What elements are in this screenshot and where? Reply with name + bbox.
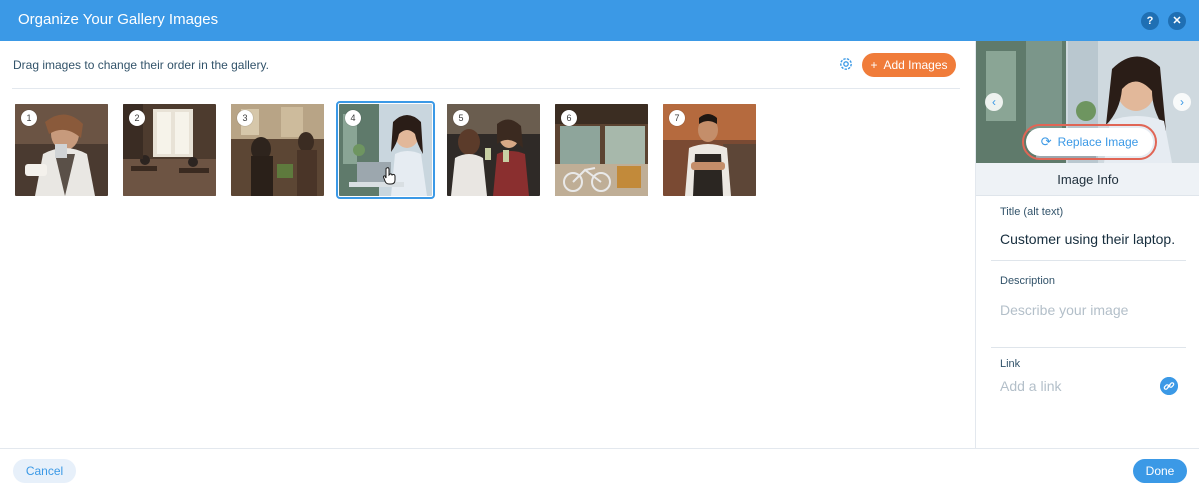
image-number-badge: 6: [561, 110, 577, 126]
dialog-header: Organize Your Gallery Images ? ✕: [0, 0, 1199, 41]
image-number-badge: 1: [21, 110, 37, 126]
plus-icon: +: [870, 58, 878, 72]
image-info-header: Image Info: [976, 163, 1199, 196]
organize-gallery-dialog: Organize Your Gallery Images ? ✕ Drag im…: [0, 0, 1199, 493]
replace-image-label: Replace Image: [1057, 135, 1139, 149]
gallery-thumbnail-1[interactable]: 1: [15, 104, 108, 196]
title-divider: [991, 260, 1186, 261]
done-button[interactable]: Done: [1133, 459, 1187, 483]
previous-image-button[interactable]: ‹: [985, 93, 1003, 111]
gallery-thumbnail-7[interactable]: 7: [663, 104, 756, 196]
description-field-label: Description: [1000, 275, 1056, 287]
gallery-thumbnail-4[interactable]: 4: [336, 101, 435, 199]
gallery-thumbnail-6[interactable]: 6: [555, 104, 648, 196]
cancel-button[interactable]: Cancel: [13, 459, 76, 483]
gear-icon[interactable]: [838, 56, 854, 72]
link-field-label: Link: [1000, 358, 1021, 370]
add-images-button[interactable]: + Add Images: [862, 53, 956, 77]
description-input[interactable]: Describe your image: [1000, 302, 1128, 318]
gallery-thumbnail-5[interactable]: 5: [447, 104, 540, 196]
gallery-thumbnail-2[interactable]: 2: [123, 104, 216, 196]
title-field-label: Title (alt text): [1000, 206, 1064, 218]
image-number-badge: 5: [453, 110, 469, 126]
image-preview: ‹ › ⟳ Replace Image: [976, 41, 1199, 163]
image-number-badge: 2: [129, 110, 145, 126]
gallery-organizer: Drag images to change their order in the…: [0, 41, 975, 448]
link-input[interactable]: Add a link: [1000, 378, 1061, 394]
help-icon[interactable]: ?: [1141, 12, 1159, 30]
dialog-footer: Cancel Done: [0, 448, 1199, 493]
close-icon[interactable]: ✕: [1168, 12, 1186, 30]
description-divider: [991, 347, 1186, 348]
image-number-badge: 7: [669, 110, 685, 126]
toolbar-divider: [12, 88, 960, 89]
image-number-badge: 4: [345, 110, 361, 126]
hand-cursor-icon: [383, 167, 396, 185]
image-info-panel: ‹ › ⟳ Replace Image Image Info Title (alt…: [975, 41, 1199, 448]
instructions-text: Drag images to change their order in the…: [13, 58, 269, 72]
add-images-label: Add Images: [883, 58, 948, 72]
replace-image-button[interactable]: ⟳ Replace Image: [1022, 124, 1157, 160]
refresh-icon: ⟳: [1040, 134, 1052, 149]
next-image-button[interactable]: ›: [1173, 93, 1191, 111]
title-input[interactable]: Customer using their laptop.: [1000, 231, 1175, 247]
image-number-badge: 3: [237, 110, 253, 126]
gallery-thumbnail-3[interactable]: 3: [231, 104, 324, 196]
link-icon[interactable]: [1160, 377, 1178, 395]
dialog-title: Organize Your Gallery Images: [18, 11, 219, 28]
